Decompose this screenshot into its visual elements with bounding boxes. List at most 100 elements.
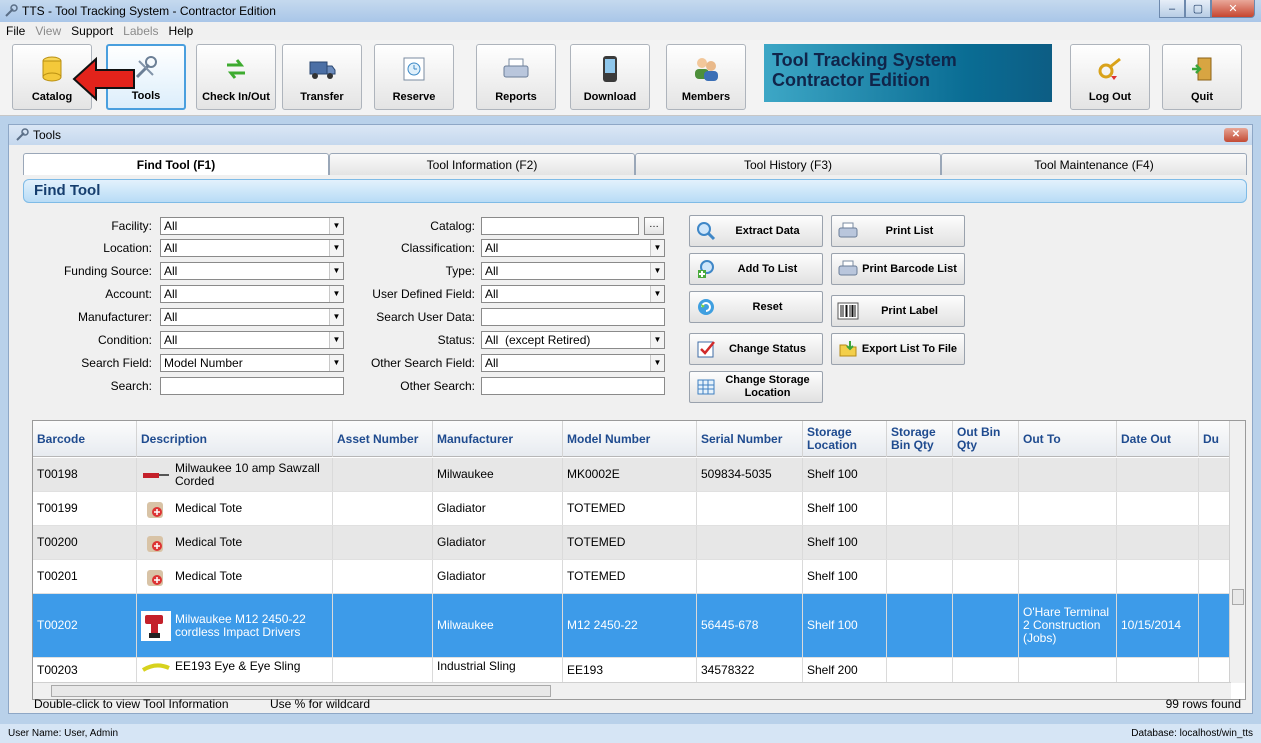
chevron-down-icon: ▼ bbox=[650, 286, 664, 302]
user-defined-field-label: User Defined Field: bbox=[372, 287, 475, 301]
cell-barcode: T00200 bbox=[33, 526, 137, 559]
printer-icon bbox=[837, 220, 859, 242]
print-label-label: Print Label bbox=[881, 304, 938, 317]
column-out-to[interactable]: Out To bbox=[1019, 421, 1117, 457]
medical-tote-thumb-icon bbox=[147, 569, 163, 586]
minimize-button[interactable]: – bbox=[1159, 0, 1185, 18]
reports-icon bbox=[502, 55, 530, 83]
cell-barcode: T00199 bbox=[33, 492, 137, 525]
chevron-down-icon: ▼ bbox=[650, 263, 664, 279]
cell-serial bbox=[697, 560, 803, 593]
cell-storage: Shelf 100 bbox=[803, 458, 887, 491]
column-out-bin-qty[interactable]: Out Bin Qty bbox=[953, 421, 1019, 457]
print-label-button[interactable]: Print Label bbox=[831, 295, 965, 327]
quit-door-icon bbox=[1188, 55, 1216, 83]
column-storage-bin-qty[interactable]: Storage Bin Qty bbox=[887, 421, 953, 457]
quit-button-label: Quit bbox=[1191, 91, 1213, 103]
menu-file[interactable]: File bbox=[6, 24, 25, 38]
export-list-to-file-button[interactable]: Export List To File bbox=[831, 333, 965, 365]
tab-tool-maintenance[interactable]: Tool Maintenance (F4) bbox=[941, 153, 1247, 175]
quit-button[interactable]: Quit bbox=[1162, 44, 1242, 110]
cell-manufacturer: Gladiator bbox=[433, 560, 563, 593]
medical-tote-thumb-icon bbox=[147, 535, 163, 552]
cell-serial bbox=[697, 492, 803, 525]
print-barcode-list-button[interactable]: Print Barcode List bbox=[831, 253, 965, 285]
refresh-icon bbox=[695, 296, 717, 318]
column-due[interactable]: Du bbox=[1199, 421, 1231, 457]
search-field-label: Search Field: bbox=[81, 356, 152, 370]
column-asset-number[interactable]: Asset Number bbox=[333, 421, 433, 457]
cell-bin-qty bbox=[887, 458, 953, 491]
table-row[interactable]: T00199 Medical Tote Gladiator TOTEMED Sh… bbox=[33, 492, 1231, 526]
cell-out-bin-qty bbox=[953, 458, 1019, 491]
transfer-icon bbox=[308, 55, 336, 83]
reset-button[interactable]: Reset bbox=[689, 291, 823, 323]
column-date-out[interactable]: Date Out bbox=[1117, 421, 1199, 457]
menu-view[interactable]: View bbox=[35, 24, 61, 38]
reserve-icon bbox=[400, 55, 428, 83]
add-to-list-button[interactable]: Add To List bbox=[689, 253, 823, 285]
tools-window-title: Tools bbox=[33, 128, 62, 142]
members-button[interactable]: Members bbox=[666, 44, 746, 110]
column-model-number[interactable]: Model Number bbox=[563, 421, 697, 457]
transfer-button[interactable]: Transfer bbox=[282, 44, 362, 110]
reports-button[interactable]: Reports bbox=[476, 44, 556, 110]
cell-date-out: 10/15/2014 bbox=[1117, 594, 1199, 657]
column-barcode[interactable]: Barcode bbox=[33, 421, 137, 457]
print-list-button[interactable]: Print List bbox=[831, 215, 965, 247]
logout-button[interactable]: Log Out bbox=[1070, 44, 1150, 110]
description-text: Milwaukee 10 amp Sawzall Corded bbox=[175, 460, 320, 488]
menu-labels[interactable]: Labels bbox=[123, 24, 158, 38]
column-serial-number[interactable]: Serial Number bbox=[697, 421, 803, 457]
tab-tool-history[interactable]: Tool History (F3) bbox=[635, 153, 941, 175]
check-inout-button[interactable]: Check In/Out bbox=[196, 44, 276, 110]
table-row[interactable]: T00201 Medical Tote Gladiator TOTEMED Sh… bbox=[33, 560, 1231, 594]
maximize-button[interactable]: ▢ bbox=[1185, 0, 1211, 18]
classification-select[interactable]: All ▼ bbox=[481, 239, 665, 257]
description-text: Medical Tote bbox=[175, 535, 243, 549]
close-button[interactable]: ✕ bbox=[1211, 0, 1255, 18]
tab-find-tool[interactable]: Find Tool (F1) bbox=[23, 153, 329, 175]
reserve-button[interactable]: Reserve bbox=[374, 44, 454, 110]
menu-help[interactable]: Help bbox=[169, 24, 194, 38]
change-status-button[interactable]: Change Status bbox=[689, 333, 823, 365]
catalog-browse-button[interactable]: … bbox=[644, 217, 664, 235]
other-search-input[interactable] bbox=[481, 377, 665, 395]
catalog-input[interactable] bbox=[481, 217, 639, 235]
horizontal-scroll-thumb[interactable] bbox=[51, 685, 551, 697]
annotation-arrow-icon bbox=[72, 56, 135, 102]
barcode-icon bbox=[837, 300, 859, 322]
menu-support[interactable]: Support bbox=[71, 24, 113, 38]
column-manufacturer[interactable]: Manufacturer bbox=[433, 421, 563, 457]
cell-bin-qty bbox=[887, 560, 953, 593]
table-row[interactable]: T00198 Milwaukee 10 amp Sawzall Corded M… bbox=[33, 458, 1231, 492]
tools-window-close-button[interactable]: ✕ bbox=[1224, 128, 1248, 142]
main-toolbar: Catalog Tools Check In/Out Transfer Rese… bbox=[0, 40, 1261, 116]
magnifier-icon bbox=[695, 220, 717, 242]
tab-tool-information[interactable]: Tool Information (F2) bbox=[329, 153, 635, 175]
chevron-down-icon: ▼ bbox=[650, 332, 664, 348]
search-user-data-input[interactable] bbox=[481, 308, 665, 326]
app-tools-icon bbox=[5, 4, 18, 17]
printer-icon bbox=[837, 258, 859, 280]
download-button[interactable]: Download bbox=[570, 44, 650, 110]
change-storage-location-label: Change Storage Location bbox=[725, 374, 810, 399]
vertical-scrollbar[interactable] bbox=[1229, 421, 1245, 683]
table-row[interactable]: T00200 Medical Tote Gladiator TOTEMED Sh… bbox=[33, 526, 1231, 560]
column-description[interactable]: Description bbox=[137, 421, 333, 457]
saw-thumb-icon bbox=[143, 472, 169, 478]
change-storage-location-button[interactable]: Change Storage Location bbox=[689, 371, 823, 403]
vertical-scroll-thumb[interactable] bbox=[1232, 589, 1244, 605]
other-search-field-select[interactable]: All ▼ bbox=[481, 354, 665, 372]
status-label: Status: bbox=[437, 333, 475, 347]
cell-date-out bbox=[1117, 560, 1199, 593]
table-row-selected[interactable]: T00202 Milwaukee M12 2450-22 cordless Im… bbox=[33, 594, 1231, 658]
type-select[interactable]: All ▼ bbox=[481, 262, 665, 280]
user-defined-field-select[interactable]: All ▼ bbox=[481, 285, 665, 303]
extract-data-button[interactable]: Extract Data bbox=[689, 215, 823, 247]
status-select[interactable]: All (except Retired) ▼ bbox=[481, 331, 665, 349]
cell-storage: Shelf 100 bbox=[803, 594, 887, 657]
check-inout-button-label: Check In/Out bbox=[202, 91, 270, 103]
column-storage-location[interactable]: Storage Location bbox=[803, 421, 887, 457]
condition-label: Condition: bbox=[97, 333, 152, 347]
